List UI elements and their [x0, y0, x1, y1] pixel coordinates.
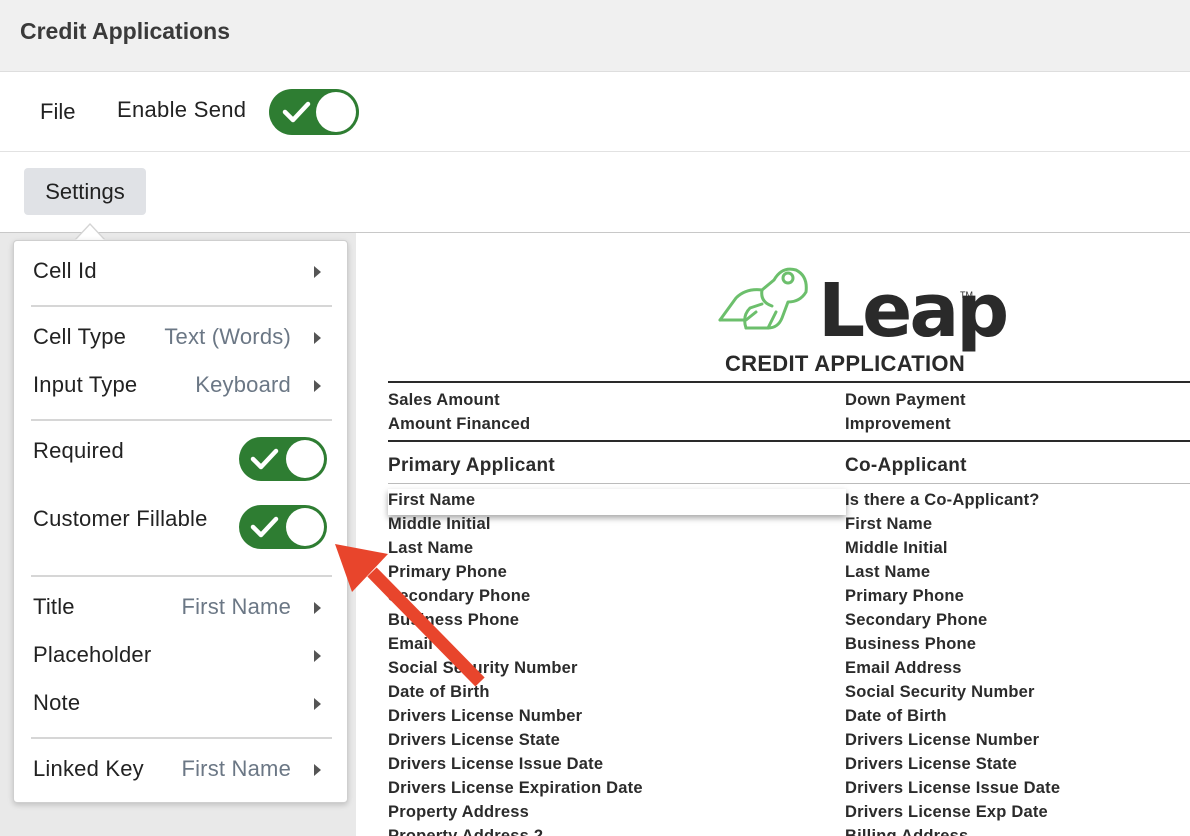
- annotation-arrow-icon: [335, 544, 485, 687]
